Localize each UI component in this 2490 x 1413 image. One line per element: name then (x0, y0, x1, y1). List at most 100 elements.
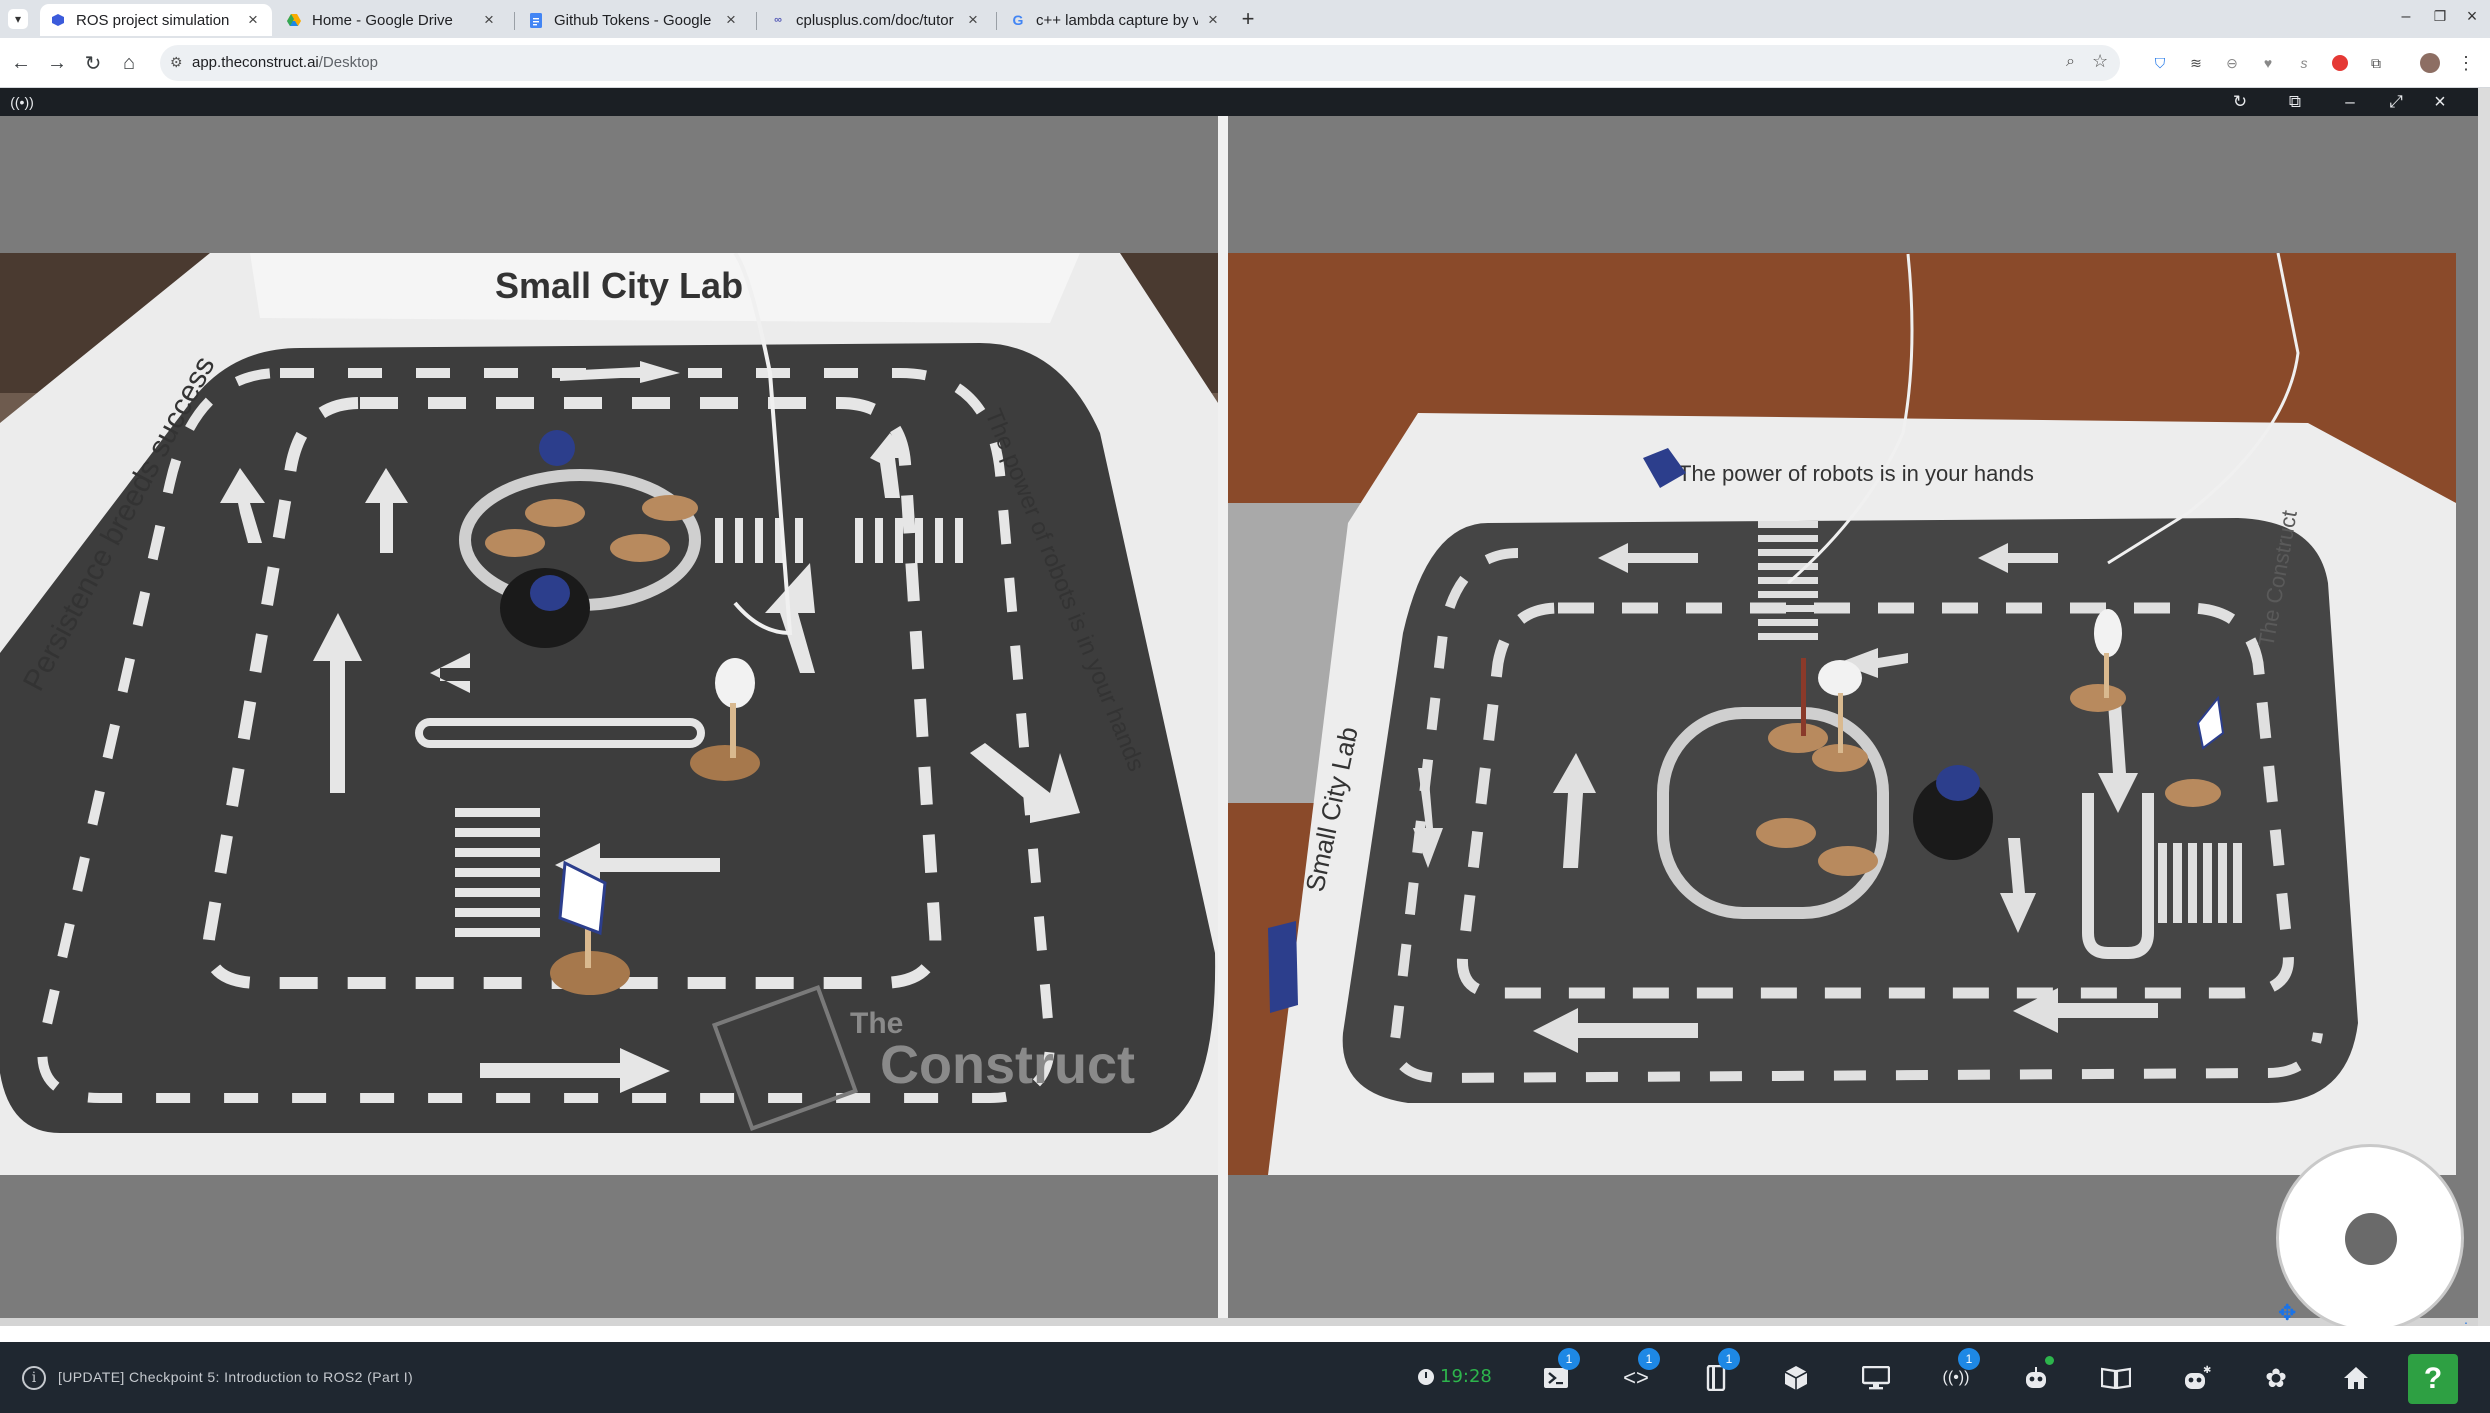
robot-icon (2026, 1367, 2046, 1388)
horizontal-scrollbar[interactable] (0, 1318, 2478, 1326)
info-icon[interactable]: i (22, 1366, 46, 1390)
browser-menu-icon[interactable]: ⋮ (2456, 53, 2476, 73)
course-title[interactable]: [UPDATE] Checkpoint 5: Introduction to R… (58, 1369, 413, 1385)
notebook-icon (1706, 1365, 1726, 1391)
cube-icon (1784, 1366, 1808, 1390)
terminal-icon (1544, 1368, 1568, 1388)
desktop-button[interactable] (1854, 1356, 1898, 1400)
minimize-window-icon[interactable]: – (2396, 8, 2416, 28)
tab-google-drive[interactable]: Home - Google Drive × (276, 4, 508, 36)
panel-edge (2478, 88, 2490, 1326)
right-banner-text: The power of robots is in your hands (1678, 461, 2034, 486)
simulation-button[interactable] (1774, 1356, 1818, 1400)
home-icon (2344, 1367, 2368, 1389)
refresh-icon[interactable]: ↻ (2228, 90, 2252, 114)
robot-joystick[interactable] (2276, 1144, 2464, 1332)
code-editor-button[interactable]: <> 1 (1614, 1348, 1660, 1400)
open-external-icon[interactable]: ⧉ (2283, 90, 2307, 114)
terminal-badge: 1 (1558, 1348, 1580, 1370)
tab-list-dropdown-icon[interactable]: ▾ (8, 9, 28, 29)
url-path: /Desktop (318, 54, 378, 71)
monitor-icon (1862, 1366, 1890, 1390)
status-bar: i [UPDATE] Checkpoint 5: Introduction to… (0, 1342, 2490, 1413)
ai-robot-icon: ✱ (2185, 1365, 2211, 1389)
restore-window-icon[interactable]: ❐ (2430, 8, 2450, 28)
extension-red-icon[interactable] (2330, 53, 2350, 73)
tab-cplusplus[interactable]: ∞ cplusplus.com/doc/tutor × (760, 4, 992, 36)
notebook-badge: 1 (1718, 1348, 1740, 1370)
ai-robot-button[interactable]: ✱ (2174, 1356, 2218, 1400)
tab-separator (514, 12, 515, 30)
broadcast-icon: ((•)) (1942, 1369, 1970, 1386)
tab-ros-project[interactable]: ROS project simulation × (40, 4, 272, 36)
browser-tab-bar: ▾ ROS project simulation × Home - Google… (0, 0, 2490, 38)
robot-badge: 1 (1958, 1348, 1980, 1370)
timer-text: 19:28 (1440, 1366, 1492, 1387)
webcam-panel-toolbar: ((•)) ↻ ⧉ – ⤢ × (0, 88, 2478, 116)
code-badge: 1 (1638, 1348, 1660, 1370)
tab-title: Home - Google Drive (312, 11, 453, 29)
logo-text-construct: Construct (880, 1035, 1135, 1095)
browser-address-bar: ← → ↻ ⌂ ⚙ app.theconstruct.ai/Desktop ⌕ … (0, 38, 2490, 88)
close-icon[interactable]: × (244, 10, 262, 30)
close-icon[interactable]: × (480, 10, 498, 30)
close-panel-icon[interactable]: × (2428, 90, 2452, 114)
back-icon[interactable]: ← (8, 50, 34, 76)
google-icon: G (1012, 12, 1024, 28)
wall-logo-icon (1268, 921, 1298, 1013)
extensions-puzzle-icon[interactable]: ⧉ (2366, 53, 2386, 73)
close-window-icon[interactable]: × (2462, 6, 2482, 26)
site-info-icon[interactable]: ⚙ (170, 54, 183, 71)
tab-cpp-lambda[interactable]: G c++ lambda capture by v × (1000, 4, 1232, 36)
url-field[interactable]: ⚙ app.theconstruct.ai/Desktop ⌕ ☆ (160, 45, 2120, 81)
reload-icon[interactable]: ↻ (80, 50, 106, 76)
webcam-feed-right: The power of robots is in your hands Sma… (1228, 253, 2456, 1175)
feed-divider (1218, 116, 1228, 1326)
cplusplus-icon: ∞ (774, 14, 782, 26)
url-host: app.theconstruct.ai (192, 54, 319, 71)
svg-text:✱: ✱ (2203, 1365, 2211, 1376)
tab-github-tokens[interactable]: Github Tokens - Google D × (518, 4, 750, 36)
url-text: app.theconstruct.ai/Desktop (192, 54, 378, 71)
tab-separator (756, 12, 757, 30)
tab-title: Github Tokens - Google D (554, 11, 716, 29)
forward-icon[interactable]: → (44, 50, 70, 76)
tab-title: c++ lambda capture by v (1036, 11, 1198, 29)
session-timer: 19:28 (1418, 1366, 1492, 1387)
ai-assistant-button[interactable]: ✿ (2254, 1356, 2298, 1400)
profile-avatar[interactable] (2420, 53, 2440, 73)
docs-icon (528, 12, 544, 28)
bookmark-star-icon[interactable]: ☆ (2092, 51, 2108, 72)
extension-s-icon[interactable]: s (2294, 53, 2314, 73)
home-button[interactable] (2334, 1356, 2378, 1400)
joystick-knob[interactable] (2345, 1213, 2397, 1265)
real-robot-button[interactable]: ((•)) 1 (1934, 1348, 1980, 1400)
clock-icon (1418, 1368, 1434, 1385)
terminal-button[interactable]: 1 (1534, 1348, 1580, 1400)
online-status-dot (2045, 1356, 2054, 1365)
notebook-button[interactable]: 1 (1694, 1348, 1740, 1400)
close-icon[interactable]: × (1204, 10, 1222, 30)
close-icon[interactable]: × (964, 10, 982, 30)
extension-block-icon[interactable]: ⊖ (2222, 53, 2242, 73)
tab-separator (996, 12, 997, 30)
drive-icon (286, 12, 302, 28)
extension-shield-icon[interactable]: ⛉ (2150, 53, 2170, 73)
joystick-move-handle-icon[interactable]: ✥ (2278, 1300, 2304, 1326)
help-button[interactable]: ? (2408, 1354, 2458, 1404)
extension-heart-icon[interactable]: ♥ (2258, 53, 2278, 73)
webcam-feed-left: Small City Lab Persistence breeds succes… (0, 253, 1218, 1175)
new-tab-button[interactable]: + (1234, 5, 1262, 33)
broadcast-icon: ((•)) (10, 94, 34, 110)
minimize-panel-icon[interactable]: – (2338, 90, 2362, 114)
construct-icon (50, 12, 66, 28)
fullscreen-icon[interactable]: ⤢ (2384, 90, 2408, 114)
left-banner-text: Small City Lab (495, 265, 743, 306)
zoom-icon[interactable]: ⌕ (2066, 53, 2075, 71)
close-icon[interactable]: × (722, 10, 740, 30)
home-icon[interactable]: ⌂ (116, 50, 142, 76)
book-button[interactable] (2094, 1356, 2138, 1400)
robot-status-button[interactable] (2014, 1356, 2058, 1400)
extension-layers-icon[interactable]: ≋ (2186, 53, 2206, 73)
status-bar-divider (0, 1326, 2490, 1342)
